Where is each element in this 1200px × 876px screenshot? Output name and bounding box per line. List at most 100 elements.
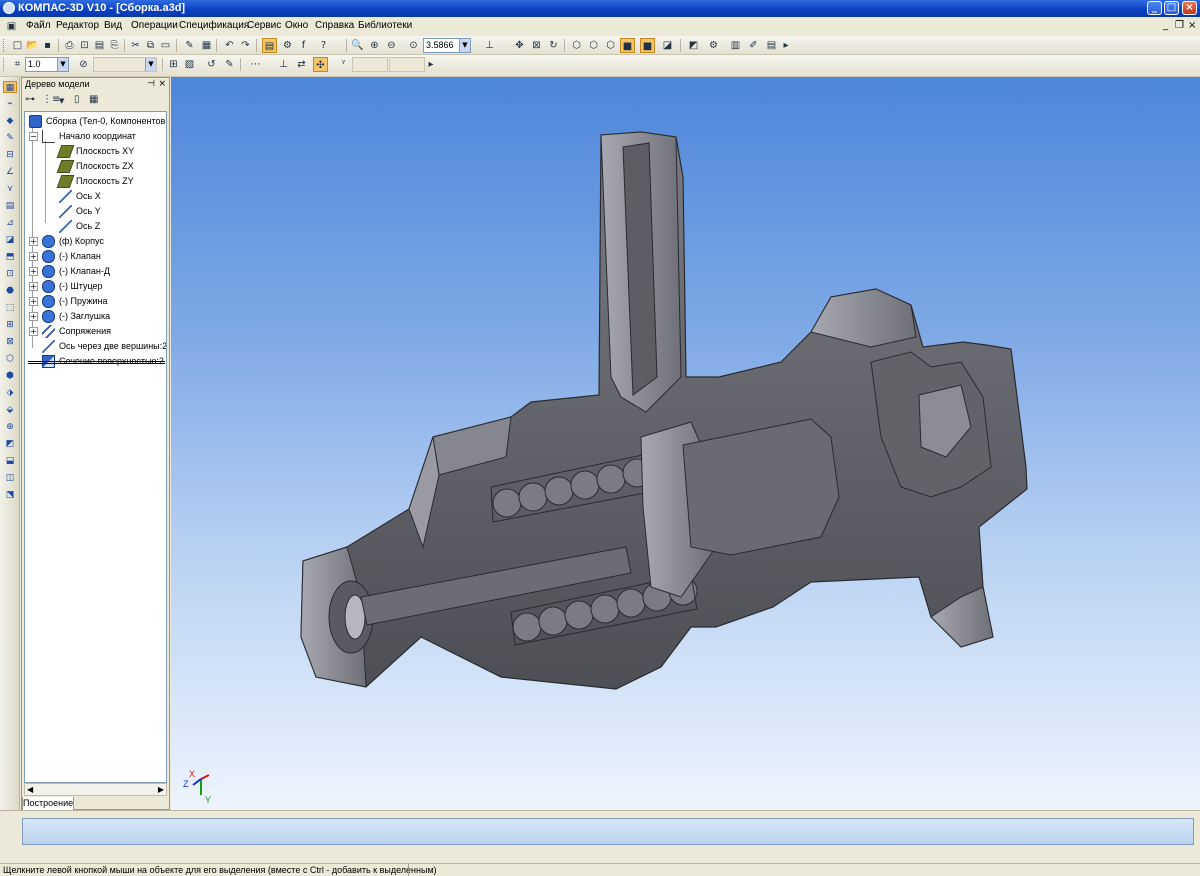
- step-combo[interactable]: 1.0 ▼: [25, 57, 69, 72]
- app-icon[interactable]: [3, 2, 15, 14]
- shaded-icon[interactable]: ■: [620, 38, 635, 53]
- print-icon[interactable]: ⎙: [62, 38, 77, 53]
- tree-view-icon[interactable]: ▯: [74, 94, 80, 105]
- menu-item[interactable]: Редактор: [56, 20, 99, 31]
- hidden-thin-icon[interactable]: ⬡: [603, 38, 618, 53]
- edit-sketch-icon[interactable]: ✎: [222, 57, 237, 72]
- pan-icon[interactable]: ✥: [512, 38, 527, 53]
- compact-tool-icon[interactable]: ▦: [3, 81, 17, 93]
- clipboard-icon[interactable]: ⎘: [107, 38, 122, 53]
- tab-construction[interactable]: Построение: [22, 797, 74, 811]
- format-painter-icon[interactable]: ✎: [182, 38, 197, 53]
- tree-filter-icon[interactable]: ⋮≡: [42, 94, 60, 105]
- model-check-icon[interactable]: ▤: [764, 38, 779, 53]
- scroll-left-icon[interactable]: ◀: [27, 784, 33, 796]
- zoom-in-icon[interactable]: ⊕: [367, 38, 382, 53]
- menu-item[interactable]: Спецификация: [179, 20, 249, 31]
- toolbar-options-icon[interactable]: ▸: [782, 38, 790, 53]
- close-button[interactable]: ×: [1182, 1, 1197, 15]
- layer-icon[interactable]: ⊘: [76, 57, 91, 72]
- tree-sync-icon[interactable]: ▦: [89, 94, 98, 105]
- tree-scrollbar[interactable]: ◀ ▶: [24, 783, 167, 796]
- expand-icon[interactable]: +: [29, 267, 38, 276]
- expand-icon[interactable]: +: [29, 327, 38, 336]
- chevron-down-icon[interactable]: ▼: [145, 58, 156, 71]
- toolbar-options-icon[interactable]: ▸: [427, 57, 435, 72]
- compact-tool-icon[interactable]: ⬓: [3, 455, 17, 467]
- zoom-scale-combo[interactable]: 3.5866 ▼: [423, 38, 471, 53]
- tree-toggle-icon[interactable]: ▤: [262, 38, 277, 53]
- chevron-down-icon[interactable]: ▼: [57, 58, 68, 71]
- open-file-icon[interactable]: 📂: [25, 38, 40, 53]
- chevron-down-icon[interactable]: ▼: [59, 97, 64, 105]
- perspective-icon[interactable]: ◪: [660, 38, 675, 53]
- coord-y-field[interactable]: [389, 57, 425, 72]
- settings-icon[interactable]: ⚙: [706, 38, 721, 53]
- sketch-icon[interactable]: ↺: [204, 57, 219, 72]
- menu-item[interactable]: Файл: [26, 20, 51, 31]
- menu-item[interactable]: Справка: [315, 20, 354, 31]
- coord-x-field[interactable]: [352, 57, 388, 72]
- compact-tool-icon[interactable]: ✎: [3, 132, 17, 144]
- document-icon[interactable]: ▤: [92, 38, 107, 53]
- compact-tool-icon[interactable]: ⬡: [3, 353, 17, 365]
- close-icon[interactable]: ×: [158, 78, 166, 91]
- compact-tool-icon[interactable]: ⊕: [3, 421, 17, 433]
- redo-icon[interactable]: ↷: [238, 38, 253, 53]
- copy-icon[interactable]: ⧉: [143, 38, 158, 53]
- mdi-restore-button[interactable]: ❐: [1175, 20, 1184, 31]
- compact-tool-icon[interactable]: ⊿: [3, 217, 17, 229]
- compact-tool-icon[interactable]: ⬔: [3, 489, 17, 501]
- compact-tool-icon[interactable]: ⬗: [3, 387, 17, 399]
- compact-tool-icon[interactable]: ⊞: [3, 319, 17, 331]
- expand-icon[interactable]: +: [29, 297, 38, 306]
- compact-tool-icon[interactable]: ⬚: [3, 302, 17, 314]
- wireframe-icon[interactable]: ⬡: [569, 38, 584, 53]
- scroll-right-icon[interactable]: ▶: [158, 784, 164, 796]
- doc-menu-icon[interactable]: ▣: [4, 19, 19, 34]
- compact-tool-icon[interactable]: ⬢: [3, 370, 17, 382]
- compact-tool-icon[interactable]: ⊟: [3, 149, 17, 161]
- hidden-lines-icon[interactable]: ⬡: [586, 38, 601, 53]
- menu-item[interactable]: Сервис: [247, 20, 281, 31]
- compact-tool-icon[interactable]: ◪: [3, 234, 17, 246]
- ortho-icon[interactable]: ⊥: [276, 57, 291, 72]
- expand-icon[interactable]: +: [29, 252, 38, 261]
- chevron-down-icon[interactable]: ▼: [459, 39, 470, 52]
- compact-tool-icon[interactable]: ⬙: [3, 404, 17, 416]
- local-cs-icon[interactable]: ⊞: [166, 57, 181, 72]
- save-icon[interactable]: ▪: [40, 38, 55, 53]
- menu-item[interactable]: Библиотеки: [358, 20, 412, 31]
- help-pointer-icon[interactable]: ?: [316, 38, 331, 53]
- new-file-icon[interactable]: □: [10, 38, 25, 53]
- snap-icon[interactable]: ⇄: [294, 57, 309, 72]
- collapse-icon[interactable]: −: [29, 132, 38, 141]
- compact-tool-icon[interactable]: ◫: [3, 472, 17, 484]
- compact-tool-icon[interactable]: ▤: [3, 200, 17, 212]
- expand-icon[interactable]: +: [29, 282, 38, 291]
- compact-tool-icon[interactable]: ∠: [3, 166, 17, 178]
- layer-combo[interactable]: ▼: [93, 57, 157, 72]
- tools-icon[interactable]: ✐: [746, 38, 761, 53]
- menu-item[interactable]: Операции: [131, 20, 178, 31]
- shaded-edges-icon[interactable]: ■: [640, 38, 655, 53]
- undo-icon[interactable]: ↶: [222, 38, 237, 53]
- variables-icon[interactable]: ⚙: [280, 38, 295, 53]
- tree-structure-icon[interactable]: ⊶: [25, 94, 35, 105]
- paste-icon[interactable]: ▭: [158, 38, 173, 53]
- compact-tool-icon[interactable]: ⊠: [3, 336, 17, 348]
- grid-snap-icon[interactable]: ⌗: [10, 57, 25, 72]
- expand-icon[interactable]: +: [29, 312, 38, 321]
- library-icon[interactable]: ▥: [728, 38, 743, 53]
- minimize-button[interactable]: _: [1147, 1, 1162, 15]
- compact-tool-icon[interactable]: ⬒: [3, 251, 17, 263]
- function-icon[interactable]: f: [296, 38, 311, 53]
- pin-icon[interactable]: ⊣: [147, 78, 155, 91]
- menu-item[interactable]: Окно: [285, 20, 308, 31]
- zoom-window-icon[interactable]: 🔍: [350, 38, 365, 53]
- compact-tool-icon[interactable]: ⌁: [3, 98, 17, 110]
- rotate-icon[interactable]: ↻: [546, 38, 561, 53]
- orientation-icon[interactable]: ⊥: [482, 38, 497, 53]
- local-snap-icon[interactable]: ✣: [313, 57, 328, 72]
- compact-tool-icon[interactable]: ◆: [3, 115, 17, 127]
